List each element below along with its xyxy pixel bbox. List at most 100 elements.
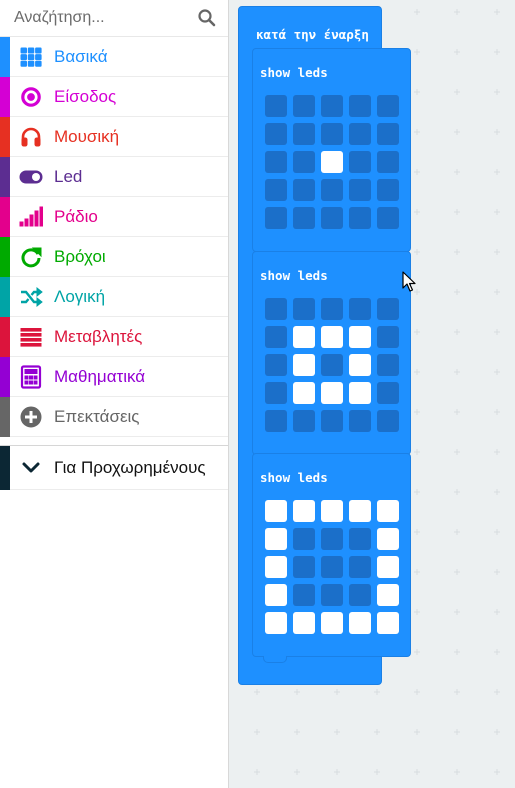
led-cell[interactable]	[349, 123, 371, 145]
category-color-stripe	[0, 317, 10, 357]
category-color-stripe	[0, 77, 10, 117]
category-logic[interactable]: Λογική	[0, 277, 228, 317]
led-cell[interactable]	[377, 298, 399, 320]
led-cell[interactable]	[265, 151, 287, 173]
led-cell[interactable]	[321, 354, 343, 376]
led-cell[interactable]	[377, 151, 399, 173]
led-cell[interactable]	[293, 500, 315, 522]
led-cell[interactable]	[377, 354, 399, 376]
category-input[interactable]: Είσοδος	[0, 77, 228, 117]
led-cell[interactable]	[265, 95, 287, 117]
led-cell[interactable]	[377, 326, 399, 348]
led-cell[interactable]	[265, 326, 287, 348]
led-cell[interactable]	[349, 612, 371, 634]
led-cell[interactable]	[349, 151, 371, 173]
led-cell[interactable]	[321, 528, 343, 550]
led-cell[interactable]	[321, 410, 343, 432]
category-music[interactable]: Μουσική	[0, 117, 228, 157]
led-cell[interactable]	[321, 556, 343, 578]
led-cell[interactable]	[321, 612, 343, 634]
led-cell[interactable]	[321, 326, 343, 348]
led-cell[interactable]	[293, 95, 315, 117]
category-led[interactable]: Led	[0, 157, 228, 197]
led-cell[interactable]	[349, 556, 371, 578]
show-leds-block-1[interactable]: show leds	[252, 48, 411, 258]
category-radio[interactable]: Ράδιο	[0, 197, 228, 237]
led-cell[interactable]	[321, 584, 343, 606]
blocks-workspace[interactable]: κατά την έναρξη show leds show leds show…	[229, 0, 515, 788]
led-cell[interactable]	[349, 500, 371, 522]
category-basic[interactable]: Βασικά	[0, 37, 228, 77]
led-cell[interactable]	[377, 410, 399, 432]
led-cell[interactable]	[321, 382, 343, 404]
category-math[interactable]: Μαθηματικά	[0, 357, 228, 397]
led-cell[interactable]	[349, 528, 371, 550]
category-extensions[interactable]: Επεκτάσεις	[0, 397, 228, 437]
led-cell[interactable]	[265, 556, 287, 578]
category-color-stripe	[0, 277, 10, 317]
show-leds-block-2[interactable]: show leds	[252, 251, 411, 461]
led-cell[interactable]	[349, 95, 371, 117]
led-cell[interactable]	[321, 298, 343, 320]
led-cell[interactable]	[293, 556, 315, 578]
led-cell[interactable]	[377, 207, 399, 229]
led-cell[interactable]	[265, 123, 287, 145]
led-matrix	[265, 95, 399, 229]
led-cell[interactable]	[265, 298, 287, 320]
led-cell[interactable]	[265, 354, 287, 376]
led-cell[interactable]	[377, 528, 399, 550]
led-cell[interactable]	[293, 123, 315, 145]
led-cell[interactable]	[293, 410, 315, 432]
category-label: Ράδιο	[54, 207, 98, 226]
led-cell[interactable]	[349, 382, 371, 404]
led-cell[interactable]	[349, 354, 371, 376]
led-cell[interactable]	[377, 123, 399, 145]
led-cell[interactable]	[293, 207, 315, 229]
led-cell[interactable]	[293, 151, 315, 173]
led-cell[interactable]	[293, 612, 315, 634]
led-cell[interactable]	[349, 179, 371, 201]
category-loops[interactable]: Βρόχοι	[0, 237, 228, 277]
led-cell[interactable]	[349, 326, 371, 348]
led-cell[interactable]	[321, 151, 343, 173]
led-cell[interactable]	[265, 179, 287, 201]
led-cell[interactable]	[293, 326, 315, 348]
led-cell[interactable]	[377, 612, 399, 634]
led-cell[interactable]	[265, 612, 287, 634]
led-cell[interactable]	[265, 382, 287, 404]
led-cell[interactable]	[293, 528, 315, 550]
led-cell[interactable]	[377, 179, 399, 201]
led-cell[interactable]	[377, 500, 399, 522]
led-cell[interactable]	[265, 410, 287, 432]
led-cell[interactable]	[349, 207, 371, 229]
led-cell[interactable]	[293, 382, 315, 404]
led-cell[interactable]	[293, 584, 315, 606]
led-cell[interactable]	[265, 528, 287, 550]
led-cell[interactable]	[293, 298, 315, 320]
led-cell[interactable]	[321, 207, 343, 229]
led-cell[interactable]	[293, 179, 315, 201]
led-matrix	[265, 500, 399, 634]
search-icon[interactable]	[197, 8, 217, 28]
category-variables[interactable]: Μεταβλητές	[0, 317, 228, 357]
led-cell[interactable]	[321, 179, 343, 201]
led-cell[interactable]	[377, 556, 399, 578]
led-cell[interactable]	[349, 584, 371, 606]
led-cell[interactable]	[349, 298, 371, 320]
led-cell[interactable]	[377, 382, 399, 404]
show-leds-block-3[interactable]: show leds	[252, 453, 411, 663]
led-cell[interactable]	[349, 410, 371, 432]
led-cell[interactable]	[377, 584, 399, 606]
led-cell[interactable]	[265, 584, 287, 606]
led-cell[interactable]	[321, 95, 343, 117]
category-color-stripe	[0, 157, 10, 197]
led-cell[interactable]	[293, 354, 315, 376]
led-cell[interactable]	[321, 500, 343, 522]
category-advanced[interactable]: Για Προχωρημένους	[0, 446, 228, 490]
led-cell[interactable]	[377, 95, 399, 117]
led-cell[interactable]	[321, 123, 343, 145]
category-label: Επεκτάσεις	[54, 407, 140, 426]
led-cell[interactable]	[265, 207, 287, 229]
search-input[interactable]	[0, 0, 229, 36]
led-cell[interactable]	[265, 500, 287, 522]
